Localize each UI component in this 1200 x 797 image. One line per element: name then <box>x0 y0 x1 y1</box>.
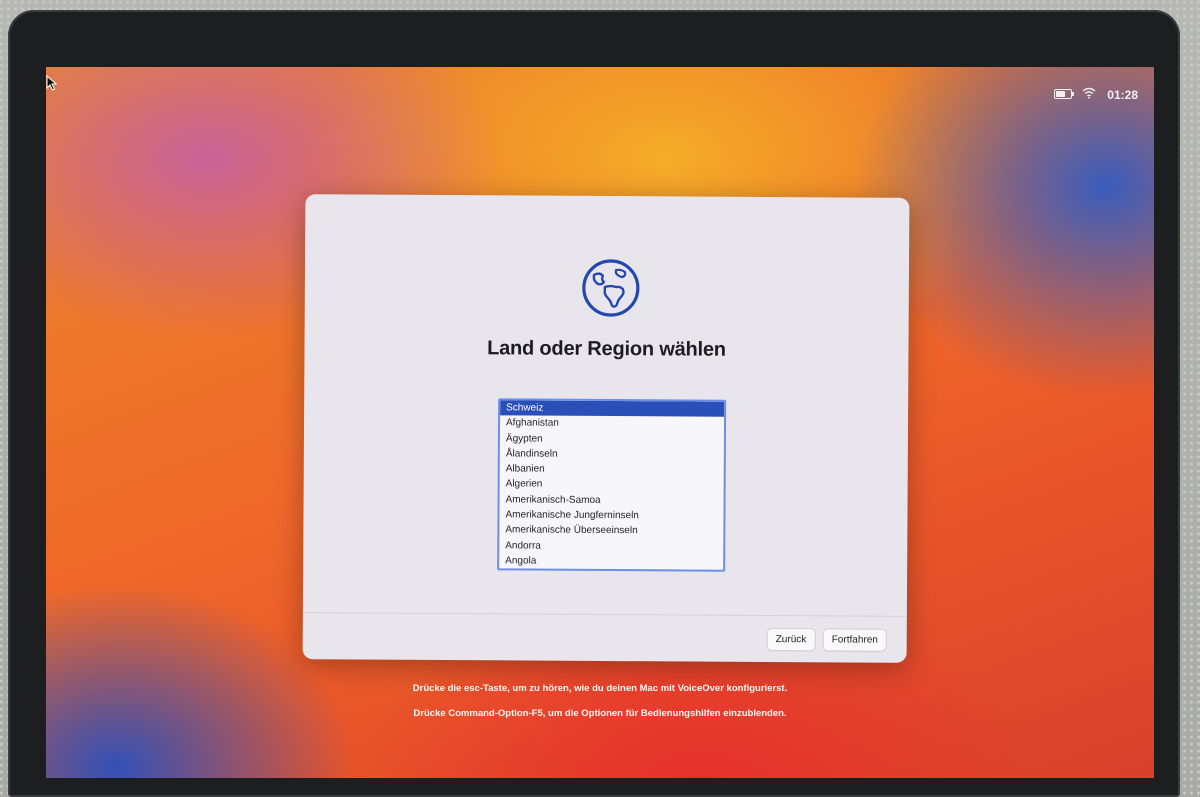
back-button[interactable]: Zurück <box>767 628 815 651</box>
menubar-clock[interactable]: 01:28 <box>1107 88 1138 102</box>
country-item[interactable]: Ägypten <box>500 431 724 448</box>
globe-icon <box>582 259 640 317</box>
dialog-title: Land oder Region wählen <box>487 337 726 361</box>
voiceover-hint: Drücke die esc-Taste, um zu hören, wie d… <box>412 683 788 694</box>
menu-bar: 01:28 <box>46 67 1154 102</box>
country-item[interactable]: Andorra <box>499 538 723 555</box>
country-item[interactable]: Albanien <box>500 462 724 479</box>
screen: 01:28 Land oder Region wählen Schweiz Af… <box>46 67 1154 778</box>
country-item-selected[interactable]: Schweiz <box>500 400 725 418</box>
country-item[interactable]: Ålandinseln <box>500 446 724 463</box>
continue-button[interactable]: Fortfahren <box>823 629 886 651</box>
cursor-icon <box>46 75 58 91</box>
accessibility-hint: Drücke Command-Option-F5, um die Optione… <box>413 708 787 719</box>
battery-icon[interactable] <box>1054 89 1074 99</box>
laptop-bezel: 01:28 Land oder Region wählen Schweiz Af… <box>8 10 1180 797</box>
country-item[interactable]: Afghanistan <box>500 416 724 433</box>
country-item[interactable]: Amerikanisch-Samoa <box>500 492 724 509</box>
country-listbox[interactable]: Schweiz Afghanistan Ägypten Ålandinseln … <box>497 398 727 572</box>
footer-divider <box>302 612 907 617</box>
country-item[interactable]: Algerien <box>500 477 724 494</box>
wifi-icon[interactable] <box>1082 87 1096 99</box>
country-item[interactable]: Amerikanische Jungferninseln <box>499 507 723 524</box>
country-item[interactable]: Amerikanische Überseeinseln <box>499 523 723 540</box>
country-item[interactable]: Angola <box>499 553 723 570</box>
region-dialog: Land oder Region wählen Schweiz Afghanis… <box>302 194 910 663</box>
